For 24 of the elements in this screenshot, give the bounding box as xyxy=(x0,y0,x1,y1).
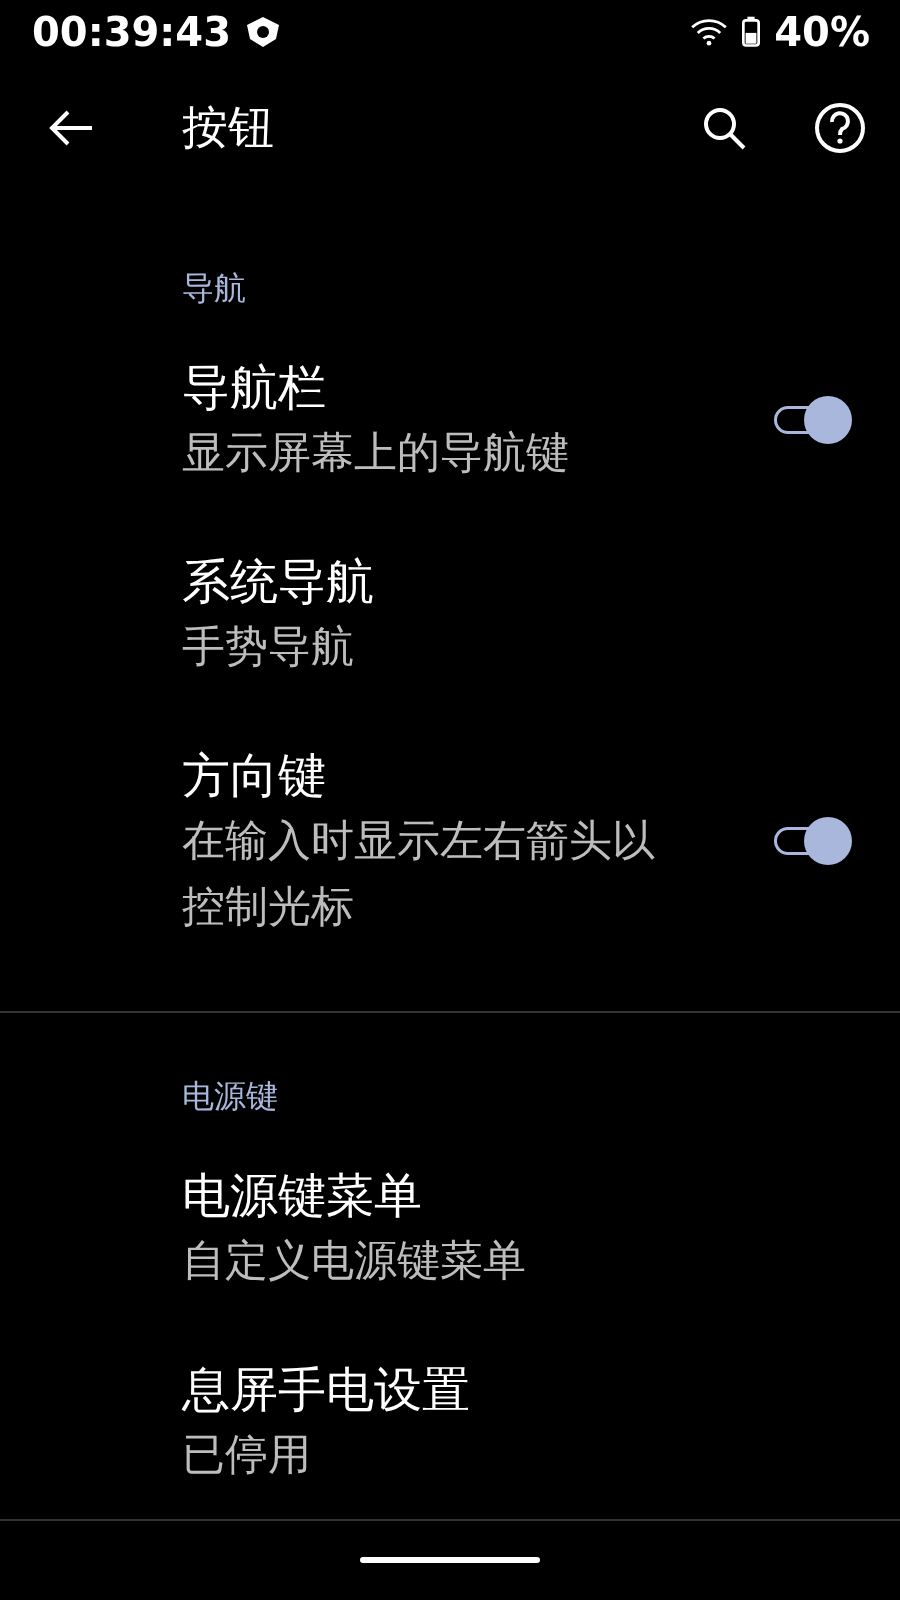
wifi-icon xyxy=(690,17,729,46)
help-icon[interactable] xyxy=(814,102,866,155)
section-header: 导航 xyxy=(182,267,247,309)
section-header: 电源键 xyxy=(182,1075,279,1117)
setting-title[interactable]: 方向键 xyxy=(182,742,772,807)
toggle-switch[interactable] xyxy=(772,815,852,866)
back-arrow-icon[interactable] xyxy=(48,110,94,147)
setting-summary: 自定义电源键菜单 xyxy=(182,1233,527,1287)
toggle-switch[interactable] xyxy=(772,394,852,445)
page-title: 按钮 xyxy=(182,99,274,157)
setting-summary: 已停用 xyxy=(182,1427,312,1481)
battery-percent: 40% xyxy=(774,8,870,55)
search-icon[interactable] xyxy=(702,106,746,151)
clock-time: 00:39:43 xyxy=(32,8,231,55)
setting-summary: 在输入时显示左右箭头以控制光标 xyxy=(182,813,656,933)
setting-title[interactable]: 导航栏 xyxy=(182,354,772,419)
setting-summary: 显示屏幕上的导航键 xyxy=(182,425,570,479)
setting-title[interactable]: 息屏手电设置 xyxy=(182,1356,852,1421)
battery-icon xyxy=(742,15,761,48)
setting-title[interactable]: 系统导航 xyxy=(182,548,852,613)
gesture-handle[interactable] xyxy=(360,1557,540,1564)
shield-icon xyxy=(245,15,281,48)
setting-summary: 手势导航 xyxy=(182,619,355,673)
setting-title[interactable]: 电源键菜单 xyxy=(182,1162,852,1227)
